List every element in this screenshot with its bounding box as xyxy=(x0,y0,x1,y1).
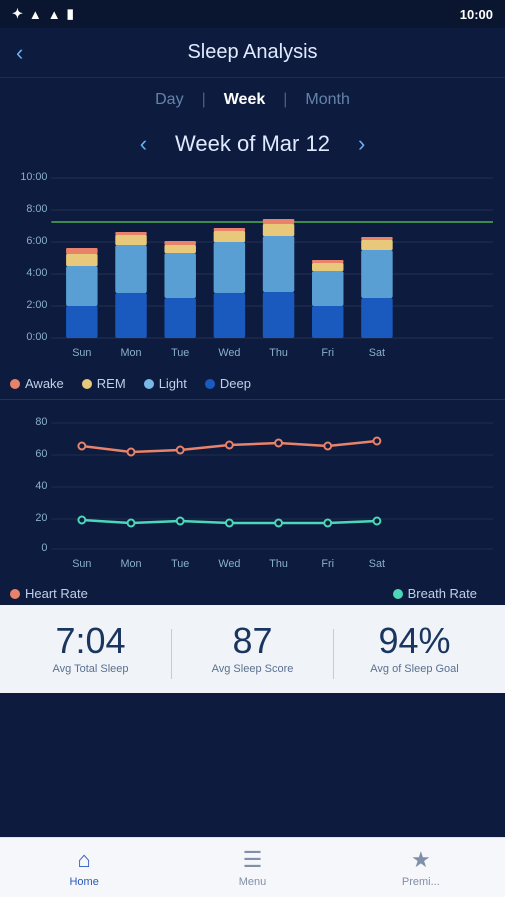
svg-text:8:00: 8:00 xyxy=(26,203,47,215)
status-time: 10:00 xyxy=(460,7,493,22)
stat-sleep-score: 87 Avg Sleep Score xyxy=(172,623,333,675)
heart-rate-dot xyxy=(10,589,20,599)
legend-heart-rate: Heart Rate xyxy=(10,586,88,601)
svg-text:Mon: Mon xyxy=(120,347,141,359)
stats-row: 7:04 Avg Total Sleep 87 Avg Sleep Score … xyxy=(0,605,505,693)
svg-text:0:00: 0:00 xyxy=(26,331,47,343)
bar-chart: 10:00 8:00 6:00 4:00 2:00 0:00 xyxy=(12,170,493,370)
stat-sleep-goal: 94% Avg of Sleep Goal xyxy=(334,623,495,675)
bar-chart-legend: Awake REM Light Deep xyxy=(0,370,505,395)
svg-text:Sun: Sun xyxy=(72,347,91,359)
week-title: Week of Mar 12 xyxy=(175,131,330,157)
prev-week-button[interactable]: ‹ xyxy=(132,131,155,157)
svg-text:80: 80 xyxy=(35,416,47,428)
bar-chart-svg: 10:00 8:00 6:00 4:00 2:00 0:00 xyxy=(12,170,493,370)
heart-rate-label: Heart Rate xyxy=(25,586,88,601)
sleep-goal-label: Avg of Sleep Goal xyxy=(334,663,495,675)
total-sleep-label: Avg Total Sleep xyxy=(10,663,171,675)
line-chart-svg: 80 60 40 20 0 xyxy=(12,410,493,580)
nav-premium[interactable]: ★ Premi... xyxy=(337,847,505,888)
line-chart-container: 80 60 40 20 0 xyxy=(0,404,505,580)
svg-text:Mon: Mon xyxy=(120,558,141,570)
legend-awake: Awake xyxy=(10,376,64,391)
svg-text:Wed: Wed xyxy=(218,347,240,359)
light-label: Light xyxy=(159,376,187,391)
tab-week[interactable]: Week xyxy=(206,91,284,109)
light-dot xyxy=(144,379,154,389)
awake-label: Awake xyxy=(25,376,64,391)
svg-text:Tue: Tue xyxy=(171,558,189,570)
legend-breath-rate: Breath Rate xyxy=(393,586,477,601)
bottom-navigation: ⌂ Home ☰ Menu ★ Premi... xyxy=(0,837,505,897)
status-bar: ✦ ▲ ▲ ▮ 10:00 xyxy=(0,0,505,28)
svg-text:0: 0 xyxy=(41,542,47,554)
deep-label: Deep xyxy=(220,376,251,391)
legend-light: Light xyxy=(144,376,187,391)
legend-rem: REM xyxy=(82,376,126,391)
page-title: Sleep Analysis xyxy=(187,41,317,64)
week-navigation: ‹ Week of Mar 12 › xyxy=(0,122,505,166)
home-icon: ⌂ xyxy=(78,847,91,873)
svg-text:2:00: 2:00 xyxy=(26,299,47,311)
battery-icon: ▮ xyxy=(67,6,74,22)
stat-total-sleep: 7:04 Avg Total Sleep xyxy=(10,623,171,675)
line-chart-legend: Heart Rate Breath Rate xyxy=(0,580,505,605)
svg-text:20: 20 xyxy=(35,512,47,524)
breath-rate-label: Breath Rate xyxy=(408,586,477,601)
svg-text:Wed: Wed xyxy=(218,558,240,570)
sleep-score-value: 87 xyxy=(172,623,333,659)
chart-divider xyxy=(0,399,505,400)
svg-text:Sat: Sat xyxy=(369,347,385,359)
svg-text:Fri: Fri xyxy=(321,347,334,359)
wifi-icon: ▲ xyxy=(48,7,61,22)
svg-text:60: 60 xyxy=(35,448,47,460)
svg-text:Tue: Tue xyxy=(171,347,189,359)
svg-text:4:00: 4:00 xyxy=(26,267,47,279)
header: ‹ Sleep Analysis xyxy=(0,28,505,78)
svg-text:Sat: Sat xyxy=(369,558,385,570)
breath-rate-dot xyxy=(393,589,403,599)
total-sleep-value: 7:04 xyxy=(10,623,171,659)
rem-label: REM xyxy=(97,376,126,391)
premium-icon: ★ xyxy=(411,847,431,873)
svg-text:Fri: Fri xyxy=(321,558,334,570)
tab-bar: Day | Week | Month xyxy=(0,78,505,122)
rem-dot xyxy=(82,379,92,389)
svg-text:10:00: 10:00 xyxy=(20,171,47,183)
bluetooth-icon: ✦ xyxy=(12,6,23,22)
sleep-score-label: Avg Sleep Score xyxy=(172,663,333,675)
line-chart: 80 60 40 20 0 xyxy=(12,410,493,580)
nav-menu[interactable]: ☰ Menu xyxy=(168,847,336,888)
svg-text:6:00: 6:00 xyxy=(26,235,47,247)
svg-text:Sun: Sun xyxy=(72,558,91,570)
awake-dot xyxy=(10,379,20,389)
menu-icon: ☰ xyxy=(243,847,263,873)
tab-month[interactable]: Month xyxy=(287,91,367,109)
svg-text:Thu: Thu xyxy=(269,347,288,359)
svg-text:Thu: Thu xyxy=(269,558,288,570)
svg-text:40: 40 xyxy=(35,480,47,492)
tab-day[interactable]: Day xyxy=(137,91,201,109)
nav-home-label: Home xyxy=(69,876,98,888)
nav-menu-label: Menu xyxy=(239,876,267,888)
bar-chart-container: 10:00 8:00 6:00 4:00 2:00 0:00 xyxy=(0,166,505,370)
sleep-goal-value: 94% xyxy=(334,623,495,659)
signal-icon: ▲ xyxy=(29,7,42,22)
nav-home[interactable]: ⌂ Home xyxy=(0,847,168,888)
next-week-button[interactable]: › xyxy=(350,131,373,157)
back-button[interactable]: ‹ xyxy=(16,40,23,66)
nav-premium-label: Premi... xyxy=(402,876,440,888)
deep-dot xyxy=(205,379,215,389)
legend-deep: Deep xyxy=(205,376,251,391)
